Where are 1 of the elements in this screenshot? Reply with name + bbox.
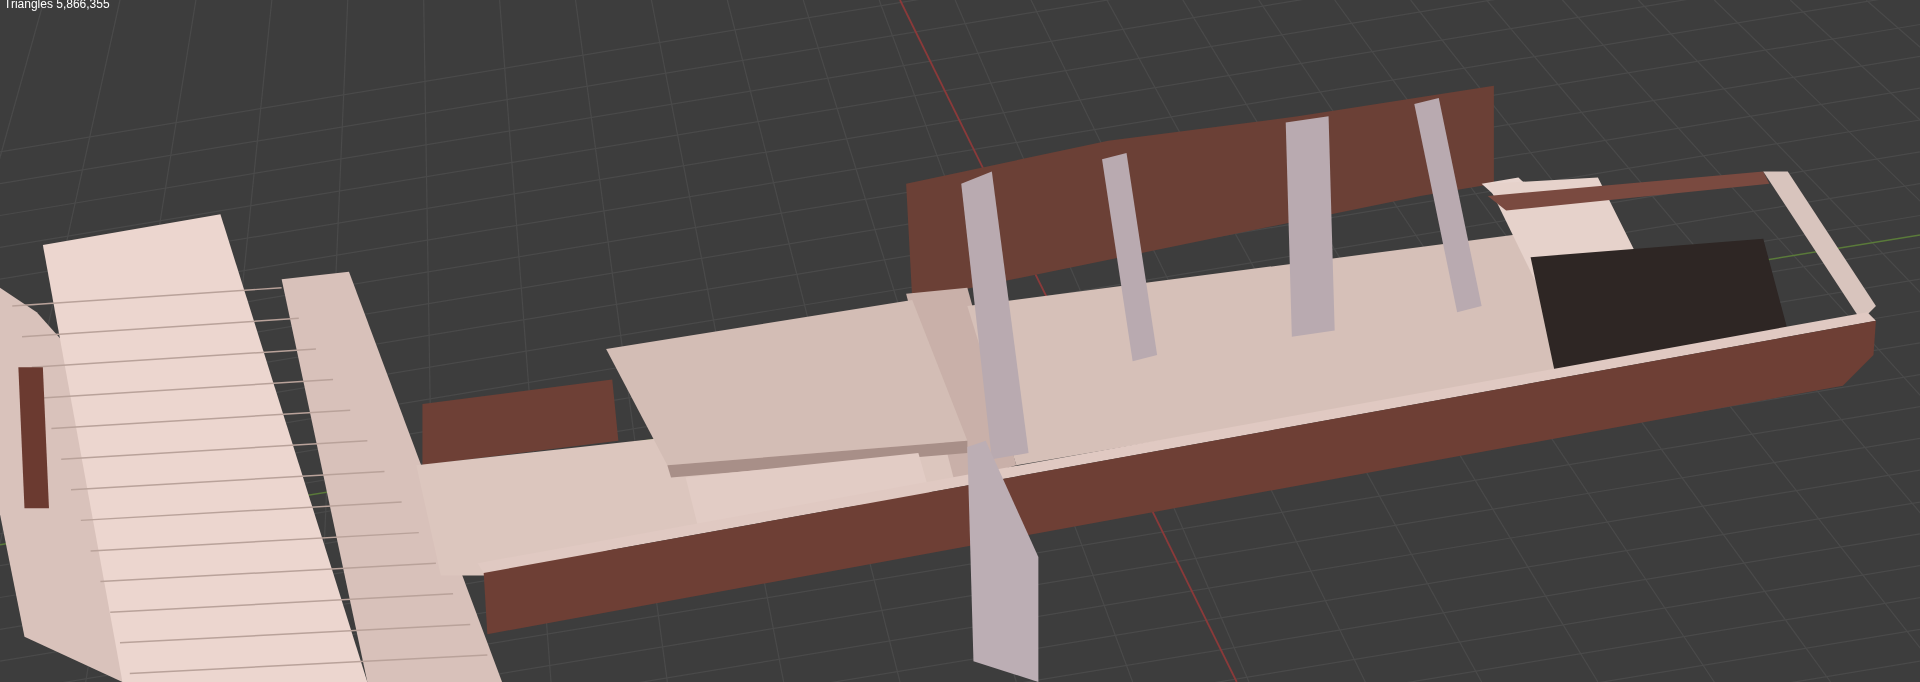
triangle-count-text: Triangles 5,866,355 (4, 0, 110, 13)
